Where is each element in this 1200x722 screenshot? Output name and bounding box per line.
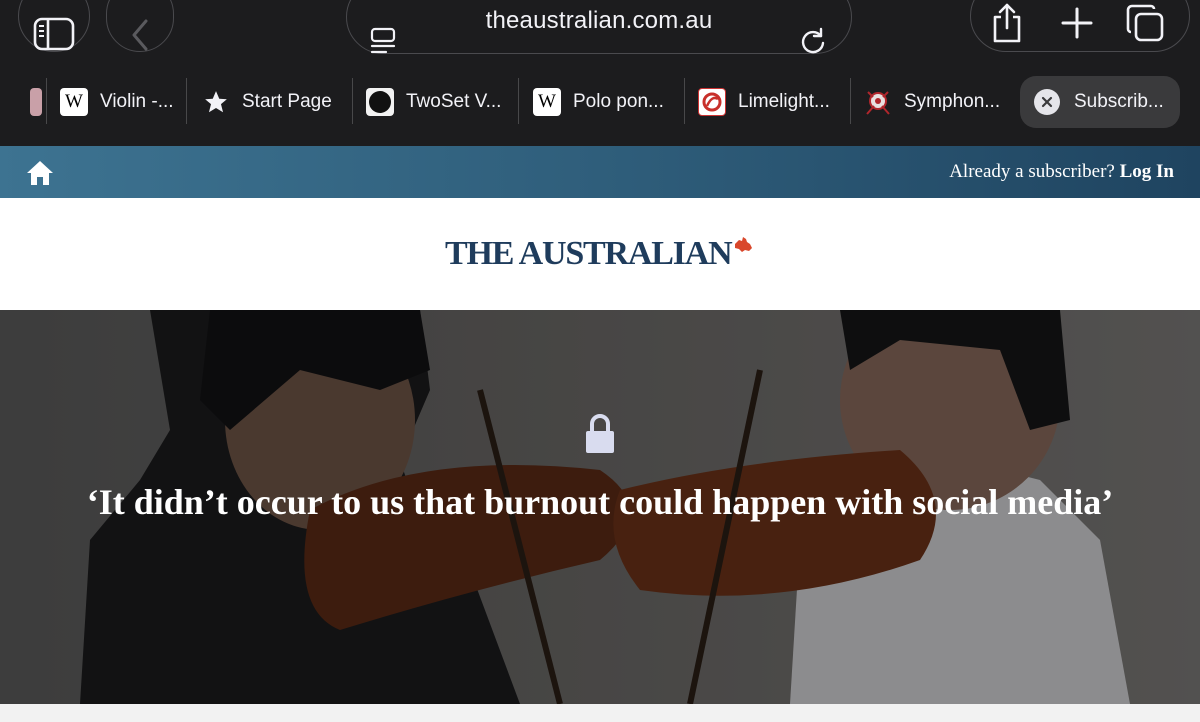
sidebar-toggle-button[interactable] [18, 0, 90, 52]
limelight-icon [698, 88, 726, 116]
wikipedia-icon: W [60, 88, 88, 116]
tab-label: Subscrib... [1074, 91, 1164, 112]
share-button[interactable] [985, 1, 1029, 45]
page-footer-strip [0, 704, 1200, 722]
back-button[interactable] [106, 0, 174, 52]
tab-divider [46, 78, 47, 124]
address-bar[interactable]: theaustralian.com.au [346, 0, 852, 54]
close-icon[interactable] [1034, 89, 1060, 115]
top-bar: Already a subscriber? Log In [0, 146, 1200, 198]
tab-favicon-icon [30, 88, 42, 116]
subscriber-prompt: Already a subscriber? [949, 161, 1115, 182]
tab-limelight[interactable]: Limelight... [698, 77, 830, 127]
tab-violin[interactable]: W Violin -... [60, 77, 174, 127]
tab-bar: W Violin -... Start Page TwoSet V... W P… [0, 70, 1200, 146]
home-icon[interactable] [26, 160, 54, 186]
hero-banner[interactable]: ‘It didn’t occur to us that burnout coul… [0, 310, 1200, 704]
twoset-icon [366, 88, 394, 116]
subscriber-login: Already a subscriber? Log In [949, 161, 1174, 183]
tabs-icon [1126, 4, 1164, 42]
logo-text: THE AUSTRALIAN [445, 235, 733, 272]
reload-button[interactable] [795, 23, 831, 59]
sidebar-icon [33, 17, 75, 51]
new-tab-button[interactable] [1055, 1, 1099, 45]
chevron-left-icon [132, 19, 148, 51]
plus-icon [1061, 7, 1093, 39]
tab-partial[interactable] [30, 77, 46, 127]
tab-label: TwoSet V... [406, 91, 502, 112]
url-text[interactable]: theaustralian.com.au [347, 7, 851, 35]
tab-label: Start Page [242, 91, 332, 112]
tab-divider [352, 78, 353, 124]
login-link[interactable]: Log In [1120, 161, 1174, 182]
tab-divider [684, 78, 685, 124]
web-page: Already a subscriber? Log In THE AUSTRAL… [0, 146, 1200, 722]
tab-divider [186, 78, 187, 124]
tab-subscribe-active[interactable]: Subscrib... [1020, 76, 1180, 128]
site-logo[interactable]: THE AUSTRALIAN [445, 234, 753, 274]
symphony-icon [864, 88, 892, 116]
lock-icon [586, 414, 614, 453]
tab-label: Polo pon... [573, 91, 664, 112]
browser-toolbar: theaustralian.com.au [0, 0, 1200, 70]
toolbar-actions [970, 0, 1190, 52]
tab-start-page[interactable]: Start Page [202, 77, 332, 127]
tab-label: Symphon... [904, 91, 1001, 112]
wikipedia-icon: W [533, 88, 561, 116]
masthead: THE AUSTRALIAN [0, 198, 1200, 310]
tab-label: Violin -... [100, 91, 174, 112]
star-icon [202, 88, 230, 116]
tab-twoset[interactable]: TwoSet V... [366, 77, 501, 127]
australia-map-icon [735, 237, 753, 252]
tab-symphony[interactable]: Symphon... [864, 77, 1000, 127]
article-headline[interactable]: ‘It didn’t occur to us that burnout coul… [60, 478, 1140, 526]
tab-divider [518, 78, 519, 124]
reload-icon [801, 27, 825, 54]
share-icon [993, 3, 1021, 43]
tab-divider [850, 78, 851, 124]
tab-overview-button[interactable] [1123, 1, 1167, 45]
tab-polo[interactable]: W Polo pon... [533, 77, 664, 127]
tab-label: Limelight... [738, 91, 830, 112]
